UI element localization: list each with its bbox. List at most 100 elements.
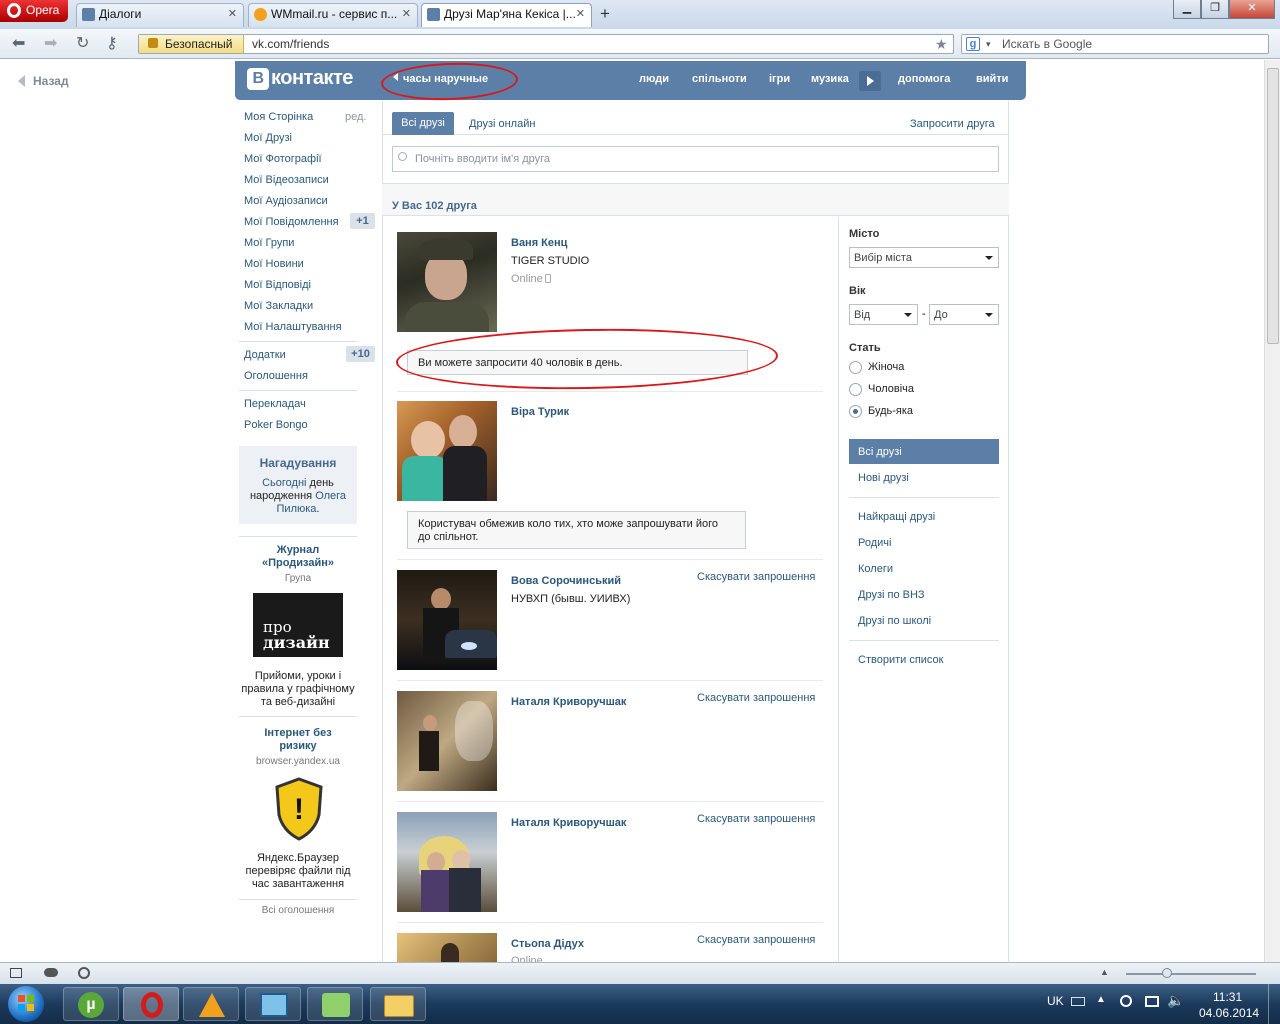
tab-close-icon[interactable]: ✕: [228, 7, 237, 20]
start-button[interactable]: [8, 986, 44, 1022]
key-icon[interactable]: ⚷: [106, 36, 118, 52]
cancel-invite-link[interactable]: Скасувати запрошення: [697, 571, 815, 583]
menu-my-audio[interactable]: Мої Аудіозаписи: [244, 195, 328, 207]
menu-poker-bongo[interactable]: Poker Bongo: [244, 419, 308, 431]
vk-logo[interactable]: Вконтакте: [247, 67, 353, 93]
maximize-icon[interactable]: ❐: [1201, 0, 1229, 19]
back-link[interactable]: Назад: [18, 74, 69, 88]
nav-help[interactable]: допомога: [898, 73, 950, 85]
menu-my-page[interactable]: Моя Сторінка: [244, 111, 313, 123]
friend-photo[interactable]: [397, 401, 497, 501]
tab-all-friends[interactable]: Всі друзі: [392, 112, 454, 135]
taskbar-explorer[interactable]: [370, 987, 426, 1021]
taskbar-installer[interactable]: [307, 987, 363, 1021]
apps-badge[interactable]: +10: [346, 346, 375, 362]
browser-tab-wmmail[interactable]: WMmail.ru - сервис п... ✕: [248, 3, 418, 27]
menu-apps[interactable]: Додатки: [244, 349, 286, 361]
friend-photo[interactable]: [397, 691, 497, 791]
music-play-button[interactable]: [859, 71, 881, 91]
clock-time[interactable]: 11:31: [1213, 990, 1242, 1004]
menu-translator[interactable]: Перекладач: [244, 398, 306, 410]
radio-any-label[interactable]: Будь-яка: [868, 405, 913, 417]
radio-female[interactable]: [849, 361, 862, 374]
radio-any[interactable]: [849, 405, 862, 418]
ad-prodesign-title[interactable]: Журнал «Продизайн»: [239, 544, 357, 570]
security-badge[interactable]: Безопасный: [139, 35, 244, 53]
menu-my-answers[interactable]: Мої Відповіді: [244, 279, 311, 291]
ad-yandex-title[interactable]: Інтернет без ризику: [239, 727, 357, 753]
nav-games[interactable]: ігри: [769, 73, 790, 85]
clock-date[interactable]: 04.06.2014: [1199, 1006, 1259, 1020]
new-tab-plus-icon[interactable]: +: [600, 4, 610, 24]
friend-name[interactable]: Стьопа Дідух: [511, 938, 584, 950]
age-from-select[interactable]: Від: [849, 304, 918, 325]
friend-name[interactable]: Ваня Кенц: [511, 237, 567, 249]
zoom-slider-handle[interactable]: [1162, 968, 1172, 978]
show-desktop-button[interactable]: [1268, 984, 1280, 1024]
shield-warning-icon[interactable]: !: [273, 777, 325, 841]
friend-name[interactable]: Вова Сорочинський: [511, 575, 621, 587]
panel-toggle-icon[interactable]: [10, 968, 22, 978]
all-ads-link[interactable]: Всі оголошення: [239, 905, 357, 916]
search-engine-box[interactable]: g ▾ Искать в Google: [961, 34, 1269, 54]
vertical-scrollbar[interactable]: [1264, 60, 1280, 962]
tab-friends-online[interactable]: Друзі онлайн: [469, 118, 535, 130]
friend-name[interactable]: Наталя Криворучшак: [511, 696, 626, 708]
menu-my-photos[interactable]: Мої Фотографії: [244, 153, 322, 165]
nav-music[interactable]: музика: [811, 73, 849, 85]
messages-badge[interactable]: +1: [350, 213, 375, 229]
cloud-icon[interactable]: [44, 968, 58, 977]
search-engine-dropdown-icon[interactable]: ▾: [986, 39, 991, 50]
tab-close-icon[interactable]: ✕: [402, 7, 411, 20]
browser-tab-dialogs[interactable]: Діалоги ✕: [76, 3, 244, 27]
view-icon[interactable]: ▲: [1100, 967, 1109, 977]
friend-photo[interactable]: [397, 232, 497, 332]
reminder-name-last[interactable]: Пилюка: [277, 503, 317, 515]
ad-prodesign-image[interactable]: про дизайн: [253, 593, 343, 657]
menu-my-videos[interactable]: Мої Відеозаписи: [244, 174, 329, 186]
browser-tab-friends[interactable]: Друзі Мар'яна Кекіса |... ✕: [421, 3, 592, 27]
menu-my-news[interactable]: Мої Новини: [244, 258, 304, 270]
menu-my-bookmarks[interactable]: Мої Закладки: [244, 300, 313, 312]
scrollbar-thumb[interactable]: [1267, 68, 1279, 344]
turbo-icon[interactable]: [78, 967, 90, 979]
cancel-invite-link[interactable]: Скасувати запрошення: [697, 813, 815, 825]
list-relatives[interactable]: Родичі: [858, 537, 891, 549]
taskbar-network-app[interactable]: [245, 987, 301, 1021]
zoom-slider-track[interactable]: [1126, 973, 1256, 975]
friend-name[interactable]: Наталя Криворучшак: [511, 817, 626, 829]
radio-male[interactable]: [849, 383, 862, 396]
menu-my-settings[interactable]: Мої Налаштування: [244, 321, 342, 333]
friend-photo[interactable]: [397, 933, 497, 962]
nav-communities[interactable]: спільноти: [692, 73, 747, 85]
back-arrow-icon[interactable]: ⬅: [12, 36, 25, 52]
friend-search-input[interactable]: Почніть вводити ім'я друга: [392, 146, 999, 172]
reminder-name-first[interactable]: Олега: [315, 490, 346, 502]
list-school-friends[interactable]: Друзі по школі: [858, 615, 931, 627]
invite-friend-link[interactable]: Запросити друга: [910, 118, 995, 130]
list-all-friends[interactable]: Всі друзі: [858, 446, 902, 458]
tray-app-icon[interactable]: [1120, 995, 1132, 1007]
city-select[interactable]: Вибір міста: [849, 247, 999, 268]
create-list-link[interactable]: Створити список: [858, 654, 943, 666]
menu-my-groups[interactable]: Мої Групи: [244, 237, 294, 249]
list-university-friends[interactable]: Друзі по ВНЗ: [858, 589, 925, 601]
volume-icon[interactable]: 🔈: [1167, 992, 1184, 1009]
nav-people[interactable]: люди: [639, 73, 669, 85]
forward-arrow-icon[interactable]: ➡: [44, 36, 57, 52]
taskbar-utorrent[interactable]: µ: [63, 987, 119, 1021]
list-colleagues[interactable]: Колеги: [858, 563, 893, 575]
menu-my-messages[interactable]: Мої Повідомлення: [244, 216, 339, 228]
cancel-invite-link[interactable]: Скасувати запрошення: [697, 692, 815, 704]
bookmark-star-icon[interactable]: ★: [935, 36, 948, 53]
reload-icon[interactable]: ↻: [76, 36, 89, 52]
menu-my-friends[interactable]: Мої Друзі: [244, 132, 292, 144]
radio-female-label[interactable]: Жіноча: [868, 361, 904, 373]
opera-menu-button[interactable]: Opera: [0, 0, 68, 22]
minimize-icon[interactable]: ▁: [1173, 0, 1201, 19]
window-close-icon[interactable]: ✕: [1229, 0, 1275, 19]
tab-close-icon[interactable]: ✕: [576, 7, 585, 20]
cancel-invite-link[interactable]: Скасувати запрошення: [697, 934, 815, 946]
menu-ads[interactable]: Оголошення: [244, 370, 308, 382]
radio-male-label[interactable]: Чоловіча: [868, 383, 914, 395]
